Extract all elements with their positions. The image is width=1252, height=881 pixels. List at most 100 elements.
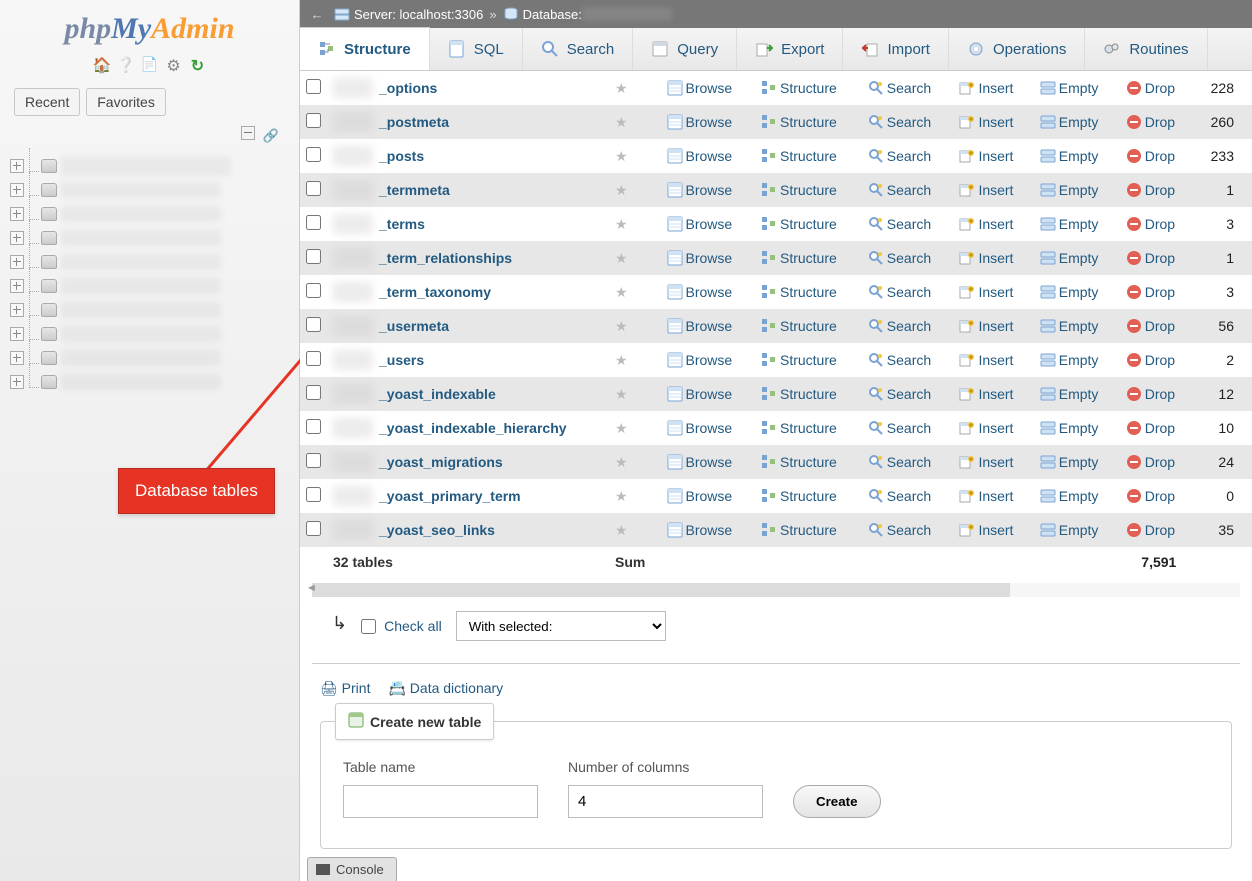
- tree-db-name-redacted[interactable]: [61, 278, 221, 294]
- search-link[interactable]: Search: [887, 284, 931, 300]
- favorite-star-icon[interactable]: ★: [615, 114, 628, 130]
- tab-structure[interactable]: Structure: [300, 27, 430, 70]
- recent-tab[interactable]: Recent: [14, 88, 80, 116]
- row-checkbox[interactable]: [306, 249, 321, 264]
- table-name-link[interactable]: _terms: [379, 216, 425, 232]
- tree-expand-icon[interactable]: [10, 159, 24, 173]
- tree-expand-icon[interactable]: [10, 183, 24, 197]
- empty-link[interactable]: Empty: [1059, 250, 1099, 266]
- row-checkbox[interactable]: [306, 215, 321, 230]
- drop-link[interactable]: Drop: [1145, 420, 1175, 436]
- row-checkbox[interactable]: [306, 317, 321, 332]
- insert-link[interactable]: Insert: [978, 80, 1013, 96]
- tree-expand-icon[interactable]: [10, 207, 24, 221]
- browse-link[interactable]: Browse: [686, 454, 733, 470]
- row-checkbox[interactable]: [306, 147, 321, 162]
- table-name-link[interactable]: _yoast_seo_links: [379, 522, 495, 538]
- browse-link[interactable]: Browse: [686, 522, 733, 538]
- table-name-input[interactable]: [343, 785, 538, 818]
- insert-link[interactable]: Insert: [978, 182, 1013, 198]
- drop-link[interactable]: Drop: [1145, 488, 1175, 504]
- search-link[interactable]: Search: [887, 182, 931, 198]
- table-name-link[interactable]: _usermeta: [379, 318, 449, 334]
- tree-expand-icon[interactable]: [10, 351, 24, 365]
- tab-export[interactable]: Export: [737, 28, 843, 70]
- reload-icon[interactable]: [189, 56, 207, 74]
- row-checkbox[interactable]: [306, 419, 321, 434]
- table-name-link[interactable]: _yoast_indexable_hierarchy: [379, 420, 567, 436]
- browse-link[interactable]: Browse: [686, 80, 733, 96]
- row-checkbox[interactable]: [306, 521, 321, 536]
- browse-link[interactable]: Browse: [686, 216, 733, 232]
- favorite-star-icon[interactable]: ★: [615, 488, 628, 504]
- insert-link[interactable]: Insert: [978, 386, 1013, 402]
- favorite-star-icon[interactable]: ★: [615, 522, 628, 538]
- empty-link[interactable]: Empty: [1059, 420, 1099, 436]
- search-link[interactable]: Search: [887, 454, 931, 470]
- drop-link[interactable]: Drop: [1145, 284, 1175, 300]
- row-checkbox[interactable]: [306, 351, 321, 366]
- favorite-star-icon[interactable]: ★: [615, 216, 628, 232]
- tree-db-name-redacted[interactable]: [61, 302, 221, 318]
- empty-link[interactable]: Empty: [1059, 182, 1099, 198]
- table-name-link[interactable]: _yoast_primary_term: [379, 488, 521, 504]
- structure-link[interactable]: Structure: [780, 522, 837, 538]
- data-dictionary-link[interactable]: 📇 Data dictionary: [388, 680, 503, 697]
- empty-link[interactable]: Empty: [1059, 148, 1099, 164]
- check-all-label[interactable]: Check all: [384, 618, 442, 634]
- browse-link[interactable]: Browse: [686, 318, 733, 334]
- table-name-link[interactable]: _posts: [379, 148, 424, 164]
- browse-link[interactable]: Browse: [686, 148, 733, 164]
- browse-link[interactable]: Browse: [686, 386, 733, 402]
- structure-link[interactable]: Structure: [780, 420, 837, 436]
- tree-expand-icon[interactable]: [10, 375, 24, 389]
- collapse-all-icon[interactable]: [241, 126, 255, 140]
- empty-link[interactable]: Empty: [1059, 386, 1099, 402]
- insert-link[interactable]: Insert: [978, 420, 1013, 436]
- structure-link[interactable]: Structure: [780, 114, 837, 130]
- search-link[interactable]: Search: [887, 386, 931, 402]
- table-name-link[interactable]: _term_relationships: [379, 250, 512, 266]
- empty-link[interactable]: Empty: [1059, 318, 1099, 334]
- tab-operations[interactable]: Operations: [949, 28, 1085, 70]
- structure-link[interactable]: Structure: [780, 182, 837, 198]
- structure-link[interactable]: Structure: [780, 386, 837, 402]
- drop-link[interactable]: Drop: [1145, 386, 1175, 402]
- console-toggle[interactable]: Console: [307, 857, 397, 881]
- empty-link[interactable]: Empty: [1059, 216, 1099, 232]
- search-link[interactable]: Search: [887, 352, 931, 368]
- row-checkbox[interactable]: [306, 113, 321, 128]
- empty-link[interactable]: Empty: [1059, 284, 1099, 300]
- tree-db-name-redacted[interactable]: [61, 156, 231, 176]
- table-name-link[interactable]: _yoast_migrations: [379, 454, 503, 470]
- row-checkbox[interactable]: [306, 385, 321, 400]
- favorite-star-icon[interactable]: ★: [615, 80, 628, 96]
- favorite-star-icon[interactable]: ★: [615, 352, 628, 368]
- tree-expand-icon[interactable]: [10, 327, 24, 341]
- tab-sql[interactable]: SQL: [430, 28, 523, 70]
- table-name-link[interactable]: _options: [379, 80, 437, 96]
- drop-link[interactable]: Drop: [1145, 114, 1175, 130]
- insert-link[interactable]: Insert: [978, 522, 1013, 538]
- tree-db-name-redacted[interactable]: [61, 254, 221, 270]
- tree-db-name-redacted[interactable]: [61, 182, 221, 198]
- row-checkbox[interactable]: [306, 283, 321, 298]
- drop-link[interactable]: Drop: [1145, 352, 1175, 368]
- search-link[interactable]: Search: [887, 420, 931, 436]
- insert-link[interactable]: Insert: [978, 250, 1013, 266]
- structure-link[interactable]: Structure: [780, 454, 837, 470]
- table-name-link[interactable]: _termmeta: [379, 182, 450, 198]
- drop-link[interactable]: Drop: [1145, 148, 1175, 164]
- favorite-star-icon[interactable]: ★: [615, 386, 628, 402]
- drop-link[interactable]: Drop: [1145, 182, 1175, 198]
- favorite-star-icon[interactable]: ★: [615, 284, 628, 300]
- drop-link[interactable]: Drop: [1145, 318, 1175, 334]
- favorite-star-icon[interactable]: ★: [615, 250, 628, 266]
- search-link[interactable]: Search: [887, 488, 931, 504]
- tree-expand-icon[interactable]: [10, 303, 24, 317]
- empty-link[interactable]: Empty: [1059, 488, 1099, 504]
- favorite-star-icon[interactable]: ★: [615, 182, 628, 198]
- check-all-checkbox[interactable]: [361, 619, 376, 634]
- row-checkbox[interactable]: [306, 453, 321, 468]
- drop-link[interactable]: Drop: [1145, 454, 1175, 470]
